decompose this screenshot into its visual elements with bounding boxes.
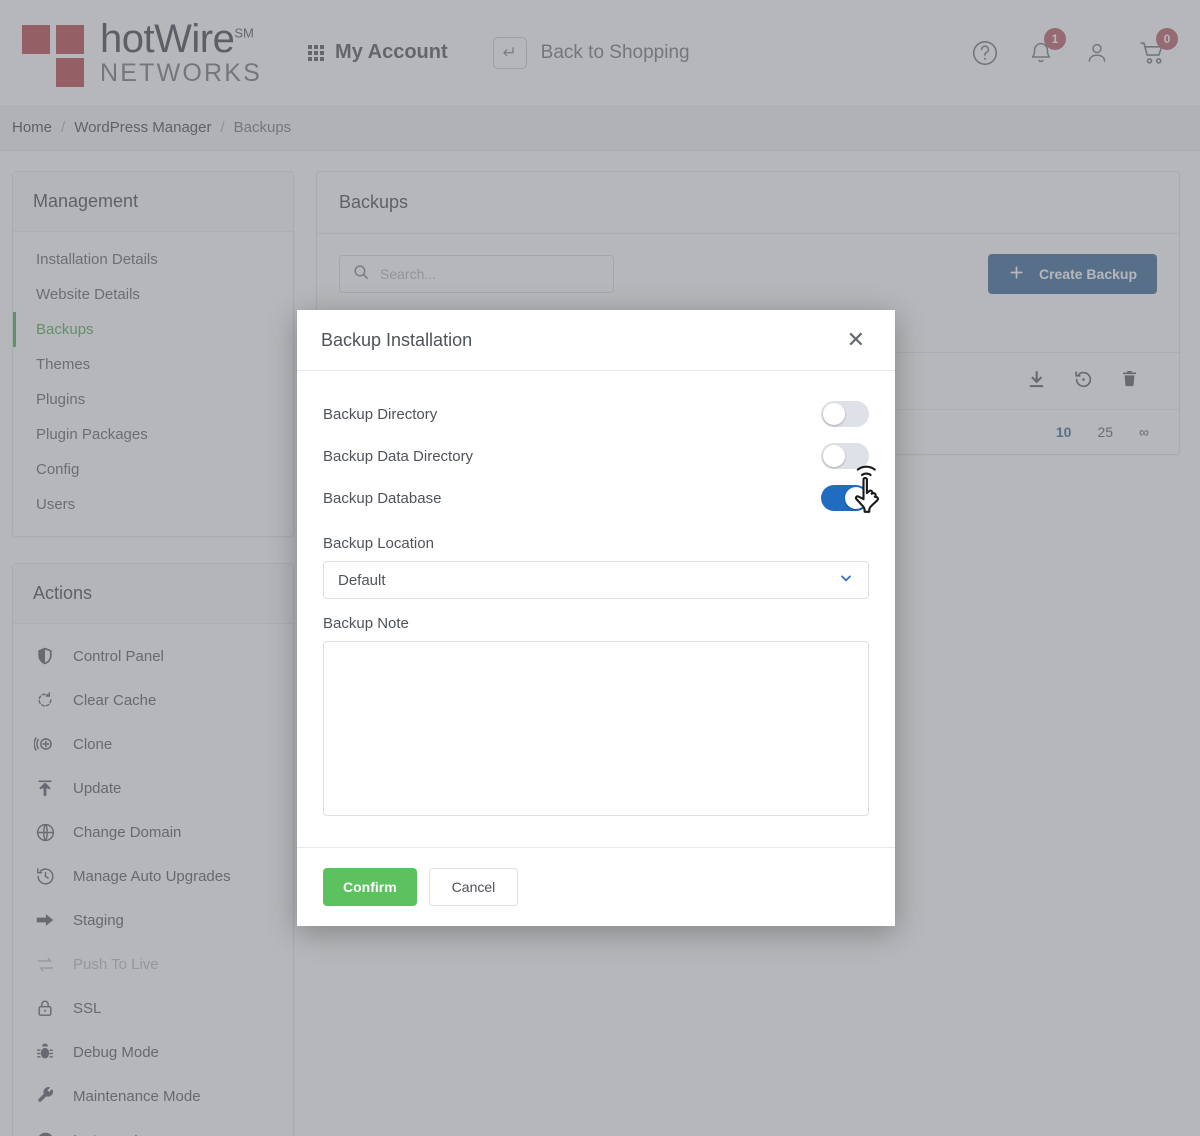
backup-database-label: Backup Database xyxy=(323,489,442,507)
close-icon[interactable]: ✕ xyxy=(847,329,865,351)
backup-database-row: Backup Database xyxy=(323,477,869,519)
backup-data-directory-toggle[interactable] xyxy=(821,443,869,469)
backup-location-value: Default xyxy=(338,571,386,589)
modal-footer: Confirm Cancel xyxy=(297,847,895,926)
backup-location-label: Backup Location xyxy=(323,535,434,552)
backup-directory-toggle[interactable] xyxy=(821,401,869,427)
confirm-button[interactable]: Confirm xyxy=(323,868,417,906)
backup-database-toggle[interactable] xyxy=(821,485,869,511)
cancel-button[interactable]: Cancel xyxy=(428,868,519,906)
backup-location-select[interactable]: Default xyxy=(323,561,869,599)
modal-title: Backup Installation xyxy=(321,329,473,350)
backup-data-directory-row: Backup Data Directory xyxy=(323,435,869,477)
backup-note-label: Backup Note xyxy=(323,615,409,632)
backup-note-textarea[interactable] xyxy=(323,641,869,816)
chevron-down-icon xyxy=(838,570,854,590)
modal-body: Backup Directory Backup Data Directory B… xyxy=(297,371,895,847)
backup-installation-modal: Backup Installation ✕ Backup Directory B… xyxy=(297,310,895,926)
modal-header: Backup Installation ✕ xyxy=(297,310,895,371)
backup-directory-label: Backup Directory xyxy=(323,405,438,423)
backup-data-directory-label: Backup Data Directory xyxy=(323,447,474,465)
app-root: hotWireSM NETWORKS My Account ↵ Back to … xyxy=(0,0,1200,1136)
backup-directory-row: Backup Directory xyxy=(323,393,869,435)
